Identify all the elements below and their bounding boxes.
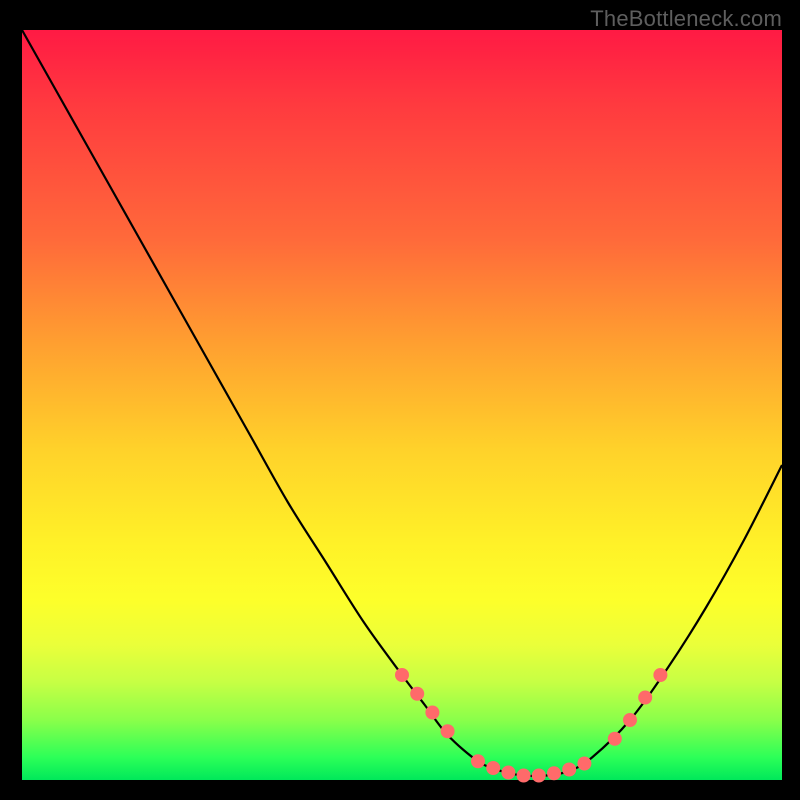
marker-dot — [578, 757, 591, 770]
marker-dot — [563, 763, 576, 776]
marker-dot — [654, 669, 667, 682]
marker-dot — [548, 767, 561, 780]
plot-area — [22, 30, 782, 780]
bottleneck-curve — [22, 30, 782, 776]
curve-layer — [22, 30, 782, 780]
marker-dot — [396, 669, 409, 682]
marker-dot — [532, 769, 545, 782]
marker-dot — [608, 732, 621, 745]
marker-dot — [426, 706, 439, 719]
marker-dot — [517, 769, 530, 782]
chart-stage: TheBottleneck.com — [0, 0, 800, 800]
marker-dot — [472, 755, 485, 768]
highlight-dots — [396, 669, 667, 783]
marker-dot — [502, 766, 515, 779]
watermark-text: TheBottleneck.com — [590, 6, 782, 32]
marker-dot — [639, 691, 652, 704]
marker-dot — [624, 714, 637, 727]
marker-dot — [487, 762, 500, 775]
marker-dot — [411, 687, 424, 700]
marker-dot — [441, 725, 454, 738]
